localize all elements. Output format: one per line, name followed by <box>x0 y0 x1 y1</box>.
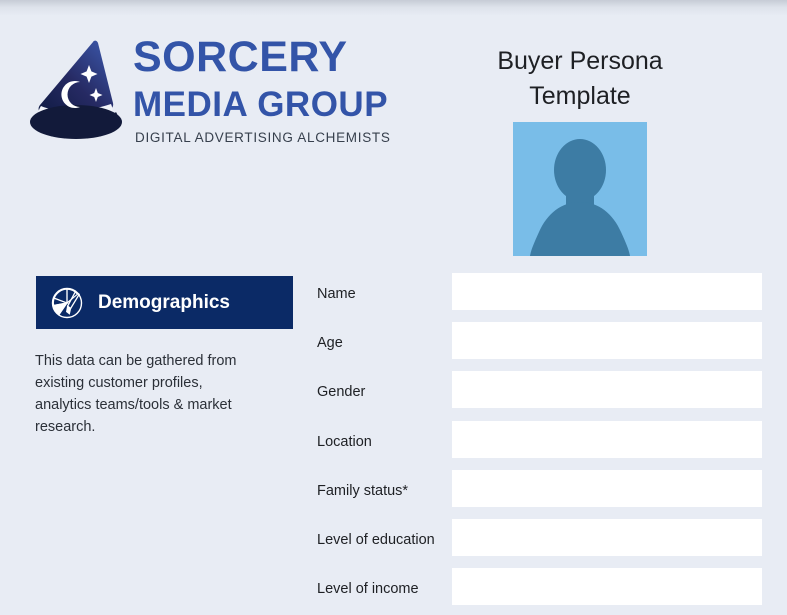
brand-wordmark: SORCERY MEDIA GROUP DIGITAL ADVERTISING … <box>132 28 391 146</box>
page-title-line1: Buyer Persona <box>497 47 663 75</box>
brand-logo: SORCERY MEDIA GROUP DIGITAL ADVERTISING … <box>14 28 391 146</box>
wizard-hat-icon <box>16 30 128 142</box>
brand-tagline: DIGITAL ADVERTISING ALCHEMISTS <box>135 130 391 145</box>
field-label-level-of-income: Level of income <box>317 581 419 598</box>
top-scroll-shadow <box>0 0 787 16</box>
field-input-name[interactable] <box>452 273 762 310</box>
field-label-age: Age <box>317 335 343 352</box>
field-input-gender[interactable] <box>452 371 762 409</box>
field-label-family-status: Family status* <box>317 482 409 499</box>
form-row: Age <box>317 322 763 371</box>
form-row: Name <box>317 273 763 322</box>
field-input-level-of-income[interactable] <box>452 568 762 606</box>
section-title: Demographics <box>98 291 230 313</box>
section-description: This data can be gathered from existing … <box>35 353 237 436</box>
form-row: Location <box>317 420 763 470</box>
field-input-age[interactable] <box>452 322 762 360</box>
section-header-demographics: Demographics <box>36 276 293 329</box>
field-input-level-of-education[interactable] <box>452 518 762 556</box>
page-title: Buyer Persona Template <box>420 44 740 113</box>
pie-chart-brush-icon <box>50 286 84 320</box>
brand-name-line2: MEDIA GROUP <box>133 85 389 124</box>
person-placeholder-avatar <box>513 122 647 256</box>
field-label-gender: Gender <box>317 384 366 401</box>
page-title-line2: Template <box>529 81 631 110</box>
form-row: Level of education <box>317 518 763 568</box>
field-label-location: Location <box>317 433 372 450</box>
form-row: Gender <box>317 371 763 420</box>
form-row: Level of income <box>317 568 763 615</box>
brand-name-line1: SORCERY <box>133 33 348 81</box>
buyer-persona-template-page: SORCERY MEDIA GROUP DIGITAL ADVERTISING … <box>0 0 787 615</box>
field-label-name: Name <box>317 286 356 302</box>
form-row: Family status* <box>317 469 763 519</box>
field-input-location[interactable] <box>452 420 762 458</box>
demographics-form: Name Age Gender Location Family status* Level… <box>317 273 763 615</box>
field-label-level-of-education: Level of education <box>317 531 435 548</box>
field-input-family-status[interactable] <box>452 469 762 507</box>
